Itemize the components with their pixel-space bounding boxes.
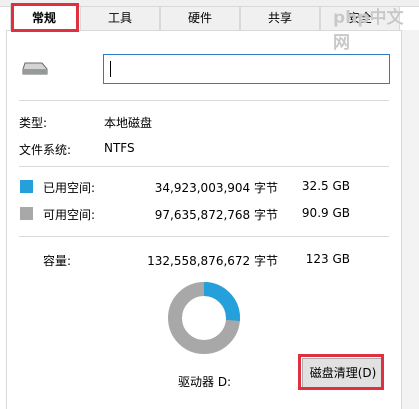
capacity-bytes: 132,558,876,672 字节 [147,254,278,268]
right-edge [402,30,419,409]
type-label: 类型: [19,116,48,130]
text-caret [110,61,111,77]
free-space-swatch [20,207,33,220]
filesystem-label: 文件系统: [19,143,72,157]
capacity-size: 123 GB [305,252,350,266]
separator [19,236,389,237]
filesystem-value: NTFS [104,141,135,155]
tab-general[interactable]: 常规 [10,4,78,32]
disk-cleanup-button[interactable]: 磁盘清理(D) [302,358,384,388]
used-space-label: 已用空间: [43,181,96,195]
free-space-label: 可用空间: [43,208,96,222]
watermark-logo: php中文网 [333,3,419,53]
used-space-swatch [20,180,33,193]
usage-donut [168,282,240,354]
tab-sharing[interactable]: 共享 [240,6,320,30]
separator [19,100,389,101]
watermark-text: php中文网 [333,8,404,53]
used-space-size: 32.5 GB [301,179,350,193]
capacity-label: 容量: [43,254,72,268]
used-space-bytes: 34,923,003,904 字节 [154,181,278,195]
tab-hardware[interactable]: 硬件 [160,6,240,30]
volume-name-input[interactable] [103,54,390,84]
tab-tools[interactable]: 工具 [80,6,160,30]
free-space-bytes: 97,635,872,768 字节 [154,208,278,222]
drive-icon [22,62,48,75]
free-space-size: 90.9 GB [301,206,350,220]
type-value: 本地磁盘 [104,116,153,130]
drive-label: 驱动器 D: [178,375,232,389]
separator [19,166,389,167]
